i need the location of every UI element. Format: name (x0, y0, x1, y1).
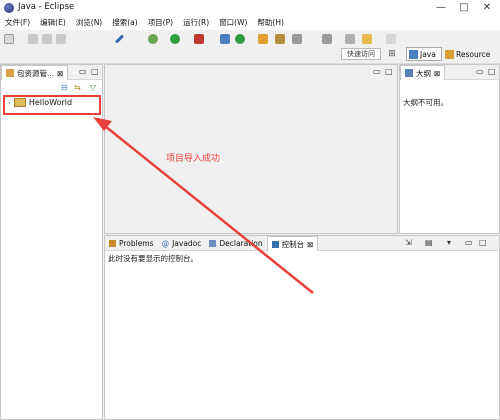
quick-access-field[interactable]: 快速访问 (341, 48, 381, 60)
bottom-panel: Problems @ Javadoc Declaration 控制台 ⊠ ⇲ ▤… (104, 235, 500, 420)
tab-javadoc[interactable]: @ Javadoc (158, 236, 206, 250)
maximize-button[interactable]: □ (453, 0, 475, 16)
project-name: HelloWorld (28, 98, 73, 107)
tab-outline[interactable]: 大纲 ⊠ (400, 65, 446, 80)
tab-declaration-label: Declaration (219, 238, 263, 248)
menu-file[interactable]: 文件(F) (0, 16, 35, 30)
search-icon[interactable] (275, 34, 285, 44)
run-icon[interactable] (170, 34, 180, 44)
outline-tab-header: 大纲 ⊠ ▭ □ (400, 65, 499, 80)
minimize-view-icon[interactable]: ▭ (476, 67, 484, 76)
menu-project[interactable]: 项目(P) (143, 16, 178, 30)
perspective-java-label: Java (420, 49, 436, 59)
package-explorer-pane: 包资源管... ⊠ ▭ □ ⊟ ⇆ ▽ › HelloWorld (0, 64, 103, 420)
menu-run[interactable]: 运行(R) (178, 16, 214, 30)
console-icon (271, 240, 279, 248)
close-button[interactable]: ✕ (476, 0, 498, 16)
close-icon[interactable]: ⊠ (57, 69, 63, 78)
minimize-view-icon[interactable]: ▭ (465, 238, 473, 247)
tab-problems-label: Problems (119, 238, 154, 248)
last-edit-icon[interactable] (345, 34, 355, 44)
new-class-icon[interactable] (235, 34, 245, 44)
new-java-project-icon[interactable] (220, 34, 230, 44)
window-title: Java - Eclipse (18, 2, 75, 12)
problems-icon (109, 239, 116, 247)
collapse-all-icon[interactable]: ⊟ (61, 83, 68, 92)
menu-navigate[interactable]: 浏览(N) (71, 16, 107, 30)
view-menu-icon[interactable]: ▽ (90, 83, 96, 92)
annotation-nav-icon[interactable] (292, 34, 302, 44)
package-explorer-tab-header: 包资源管... ⊠ ▭ □ (1, 65, 102, 80)
resource-perspective-icon (445, 49, 454, 59)
open-perspective-icon[interactable]: ⊞ (386, 48, 398, 60)
tab-console[interactable]: 控制台 ⊠ (266, 236, 319, 251)
package-explorer-icon (6, 69, 14, 77)
new-icon[interactable] (4, 34, 14, 44)
menu-bar: 文件(F) 编辑(E) 浏览(N) 搜索(a) 项目(P) 运行(R) 窗口(W… (0, 16, 500, 30)
bottom-tab-header: Problems @ Javadoc Declaration 控制台 ⊠ ⇲ ▤… (105, 236, 499, 251)
display-console-icon[interactable]: ▤ (425, 238, 433, 247)
tab-outline-label: 大纲 (416, 68, 431, 78)
menu-edit[interactable]: 编辑(E) (35, 16, 71, 30)
annotation-text: 项目导入成功 (166, 154, 221, 164)
perspective-resource-label: Resource (456, 49, 491, 59)
save-all-icon[interactable] (42, 34, 52, 44)
maximize-view-icon[interactable]: □ (91, 67, 99, 76)
open-console-icon[interactable]: ▾ (447, 238, 451, 247)
outline-pane: 大纲 ⊠ ▭ □ 大纲不可用。 (399, 64, 500, 234)
external-tools-icon[interactable] (194, 34, 204, 44)
tab-javadoc-label: Javadoc (172, 238, 202, 248)
maximize-view-icon[interactable]: □ (479, 238, 487, 247)
title-bar: Java - Eclipse — □ ✕ (0, 0, 500, 16)
perspective-java-button[interactable]: Java (406, 47, 442, 61)
print-icon[interactable] (56, 34, 66, 44)
menu-window[interactable]: 窗口(W) (214, 16, 252, 30)
java-perspective-icon (409, 49, 418, 59)
forward-icon[interactable] (386, 34, 396, 44)
project-tree-item[interactable]: › HelloWorld (8, 98, 72, 107)
outline-message: 大纲不可用。 (403, 98, 448, 107)
declaration-icon (209, 239, 217, 247)
close-icon[interactable]: ⊠ (434, 69, 440, 78)
javadoc-icon: @ (161, 238, 170, 248)
chevron-right-icon[interactable]: › (8, 99, 11, 107)
save-icon[interactable] (28, 34, 38, 44)
menu-search[interactable]: 搜索(a) (107, 16, 142, 30)
open-type-icon[interactable] (258, 34, 268, 44)
tab-console-label: 控制台 (281, 239, 305, 249)
pin-console-icon[interactable]: ⇲ (405, 238, 412, 247)
link-with-editor-icon[interactable]: ⇆ (74, 83, 81, 92)
perspective-resource-button[interactable]: Resource (443, 47, 495, 61)
minimize-button[interactable]: — (430, 0, 452, 16)
project-folder-icon (13, 98, 26, 107)
skip-breakpoints-icon[interactable] (114, 34, 125, 44)
console-message: 此时没有要显示的控制台。 (108, 254, 198, 263)
maximize-editor-icon[interactable]: □ (385, 67, 393, 76)
debug-icon[interactable] (148, 34, 158, 44)
eclipse-logo-icon (4, 3, 14, 13)
editor-area: ▭ □ (104, 64, 398, 234)
minimize-view-icon[interactable]: ▭ (79, 67, 87, 76)
minimize-editor-icon[interactable]: ▭ (373, 67, 381, 76)
tab-declaration[interactable]: Declaration (205, 236, 266, 250)
tab-package-explorer-label: 包资源管... (17, 68, 55, 78)
tab-problems[interactable]: Problems (105, 236, 158, 250)
next-annotation-icon[interactable] (322, 34, 332, 44)
back-icon[interactable] (362, 34, 372, 44)
outline-icon (405, 69, 413, 77)
tab-package-explorer[interactable]: 包资源管... ⊠ (1, 65, 69, 80)
menu-help[interactable]: 帮助(H) (252, 16, 289, 30)
maximize-view-icon[interactable]: □ (488, 67, 496, 76)
close-icon[interactable]: ⊠ (307, 240, 313, 249)
